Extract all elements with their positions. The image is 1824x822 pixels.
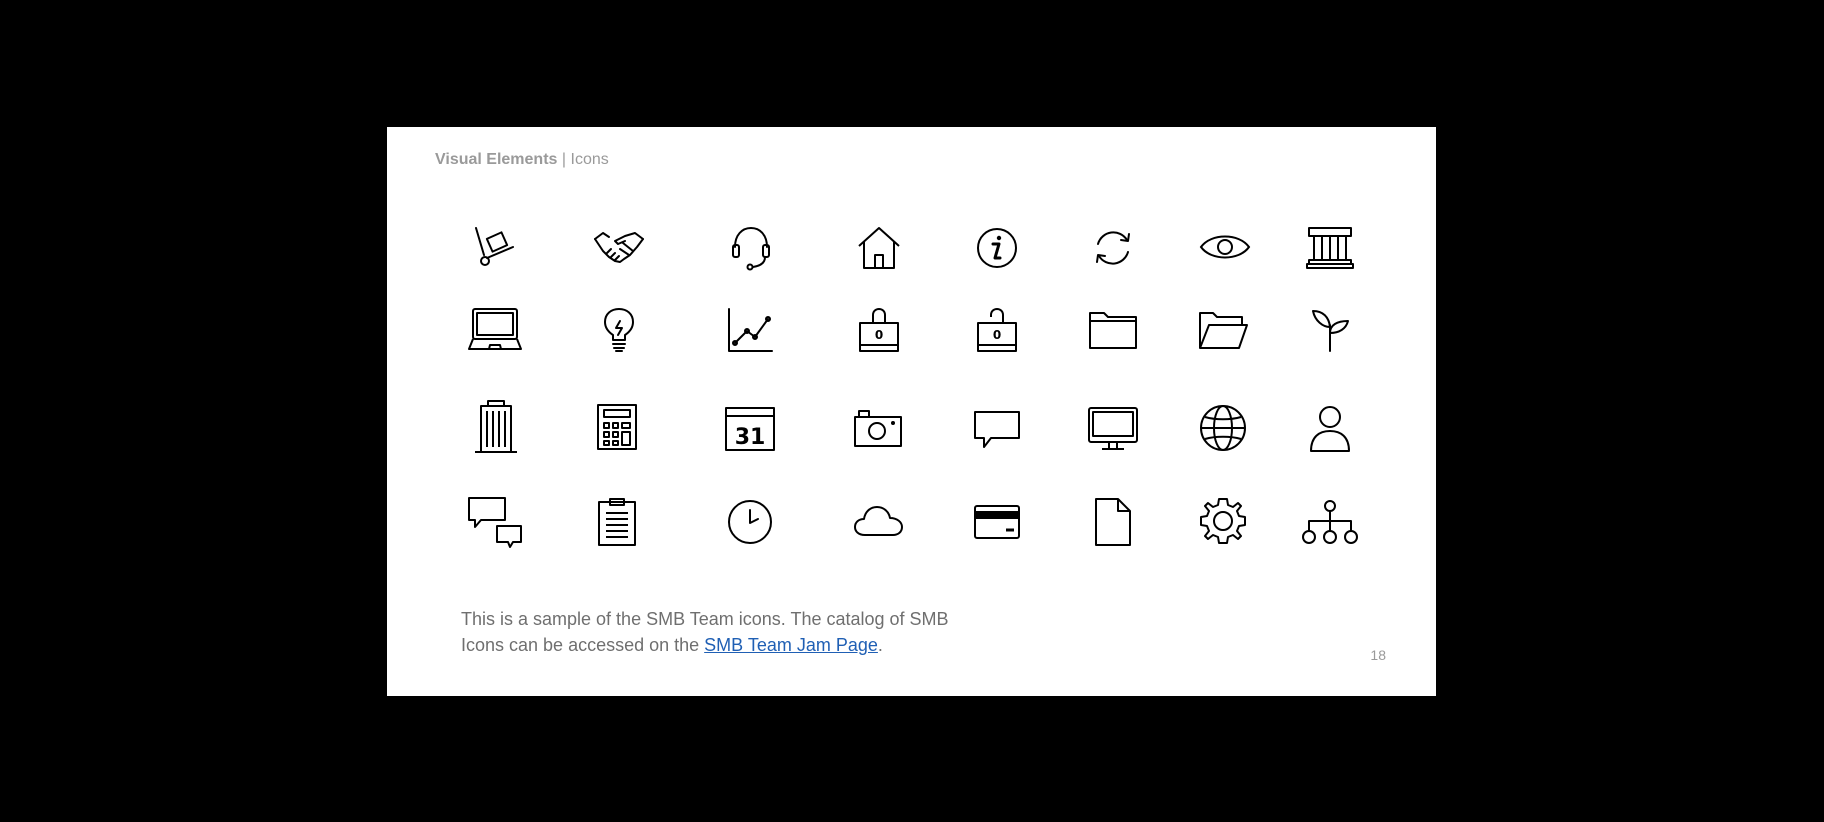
lock-closed-icon: 0 [858, 307, 900, 353]
headset-icon [730, 225, 772, 271]
document-icon [1094, 497, 1132, 547]
header-separator: | [561, 151, 567, 168]
credit-card-icon [973, 504, 1021, 540]
office-building-icon [473, 399, 519, 455]
eye-icon [1199, 231, 1251, 263]
bank-icon [1305, 225, 1355, 271]
laptop-icon [467, 307, 523, 353]
hand-truck-icon [473, 225, 517, 269]
header-subtitle: Icons [570, 151, 609, 168]
chat-conversation-icon [467, 496, 525, 548]
lock-open-digit: 0 [993, 328, 1001, 342]
cloud-icon [853, 504, 905, 538]
calendar-icon: 31 [724, 406, 776, 452]
user-icon [1309, 405, 1351, 453]
caption-period: . [877, 635, 883, 655]
lightbulb-icon [602, 307, 636, 353]
info-icon [976, 227, 1018, 269]
calculator-icon [596, 403, 638, 451]
globe-icon [1199, 404, 1247, 452]
slide-header: Visual Elements | Icons [435, 151, 609, 169]
header-section: Visual Elements [435, 151, 558, 168]
monitor-icon [1087, 406, 1139, 452]
slide: Visual Elements | Icons 0 0 31 This is a… [387, 127, 1436, 696]
lock-closed-digit: 0 [875, 328, 883, 342]
house-icon [856, 225, 902, 271]
org-chart-icon [1301, 499, 1359, 545]
gear-icon [1199, 497, 1247, 545]
folder-icon [1088, 309, 1138, 351]
refresh-icon [1090, 225, 1136, 271]
page-number: 18 [1370, 647, 1386, 663]
caption: This is a sample of the SMB Team icons. … [461, 606, 981, 658]
clock-icon [727, 499, 773, 545]
lock-open-icon: 0 [976, 307, 1018, 353]
calendar-day: 31 [735, 425, 766, 450]
line-chart-icon [726, 307, 774, 353]
folder-open-icon [1197, 309, 1249, 351]
smb-team-jam-page-link[interactable]: SMB Team Jam Page [704, 635, 878, 655]
clipboard-icon [597, 497, 637, 547]
plant-icon [1309, 307, 1351, 353]
camera-icon [853, 408, 903, 448]
handshake-icon [593, 225, 645, 269]
chat-bubble-icon [973, 410, 1021, 450]
